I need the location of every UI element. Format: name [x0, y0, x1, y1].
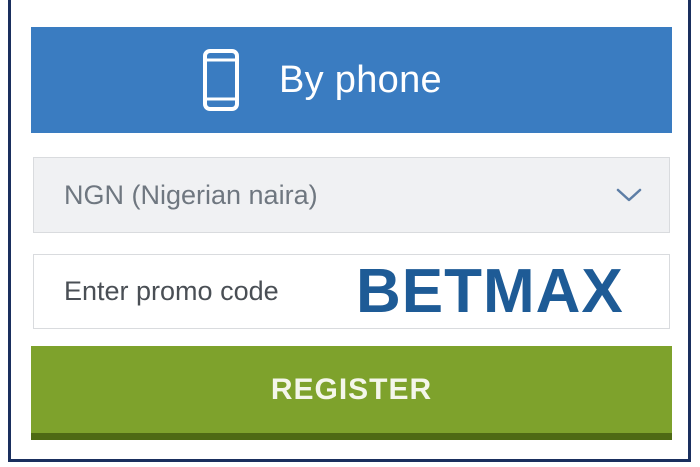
- register-button[interactable]: REGISTER: [31, 346, 672, 440]
- promo-code-overlay: BETMAX: [356, 257, 624, 326]
- currency-select[interactable]: NGN (Nigerian naira): [33, 157, 670, 233]
- currency-select-value: NGN (Nigerian naira): [64, 179, 318, 210]
- smartphone-icon: [201, 47, 241, 113]
- promo-code-input[interactable]: Enter promo code BETMAX: [33, 254, 670, 329]
- register-button-label: REGISTER: [270, 372, 433, 406]
- chevron-down-icon: [614, 180, 644, 210]
- registration-form: By phone NGN (Nigerian naira) Enter prom…: [8, 0, 691, 462]
- by-phone-label: By phone: [279, 58, 442, 101]
- by-phone-tab[interactable]: By phone: [31, 27, 672, 133]
- promo-code-placeholder: Enter promo code: [64, 276, 279, 306]
